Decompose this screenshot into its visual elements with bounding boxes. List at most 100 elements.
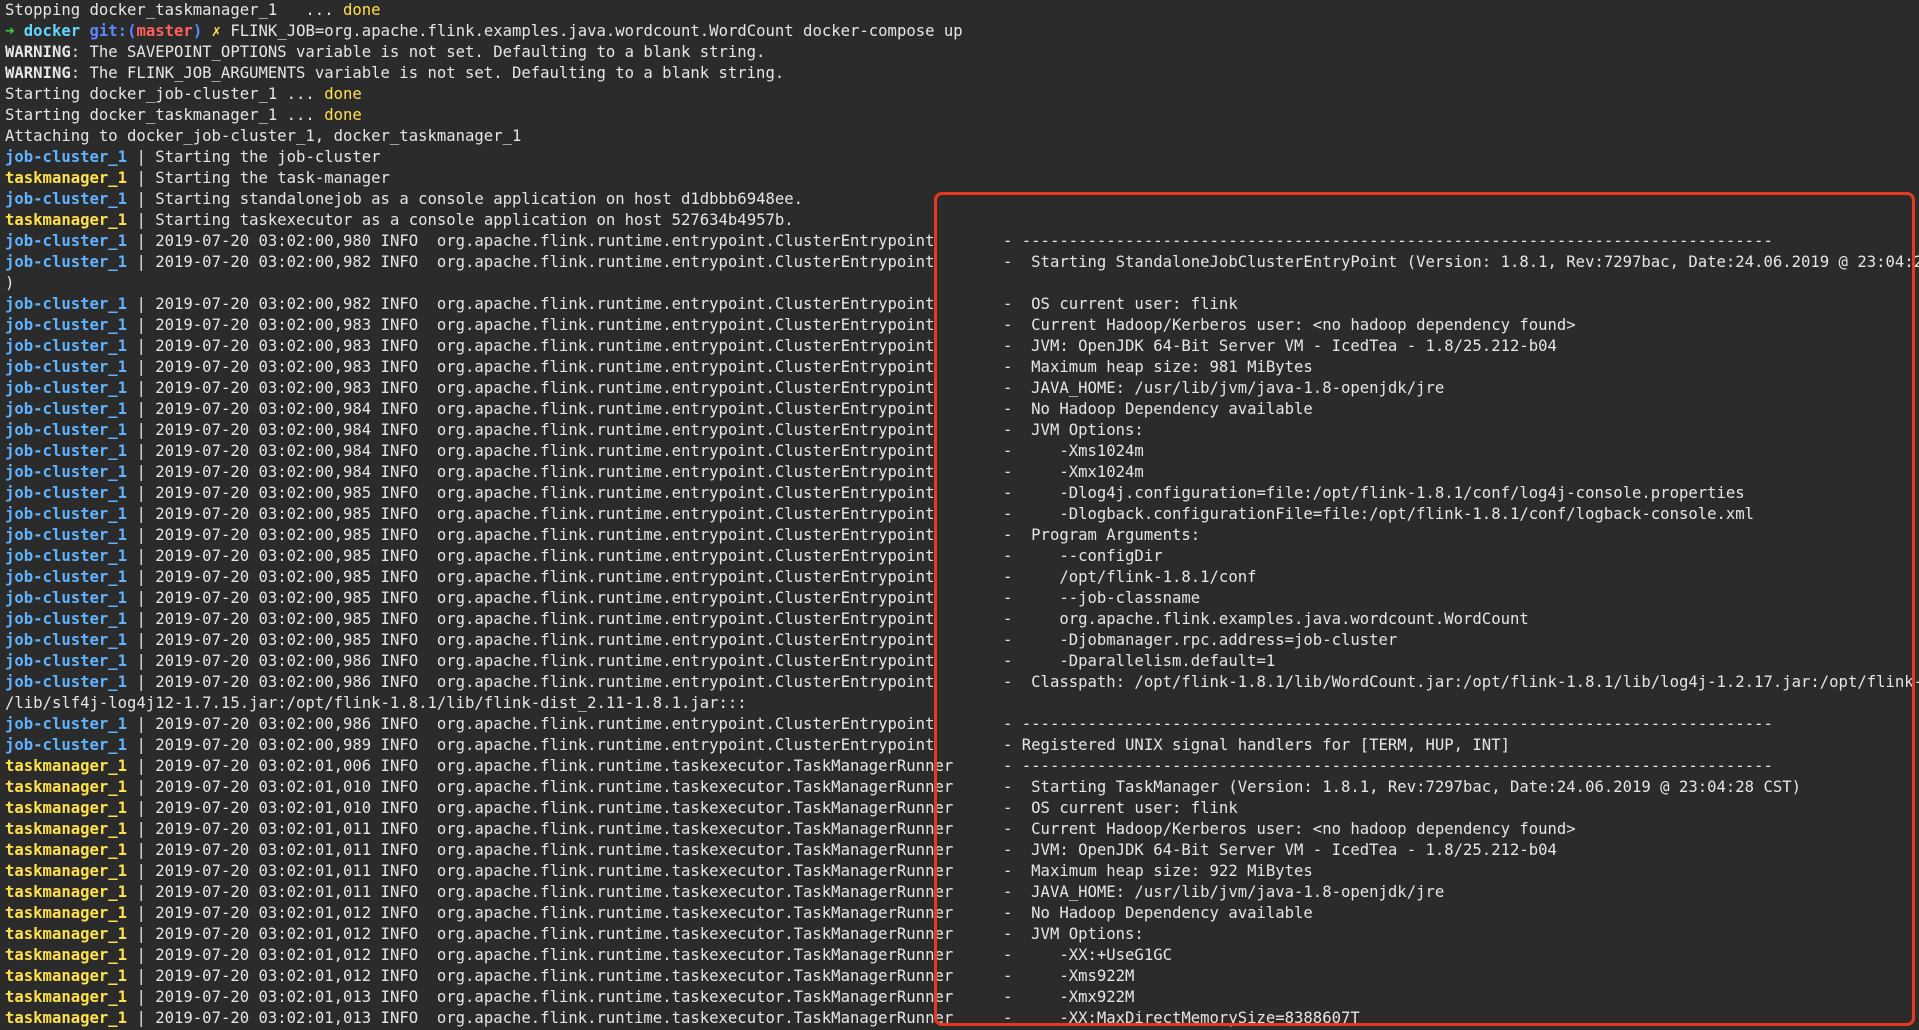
terminal-line: job-cluster_1 | 2019-07-20 03:02:00,985 … — [5, 504, 1919, 525]
terminal-line: job-cluster_1 | 2019-07-20 03:02:00,985 … — [5, 483, 1919, 504]
terminal-line: ) — [5, 273, 1919, 294]
log-text: 2019-07-20 03:02:00,984 INFO org.apache.… — [155, 421, 935, 439]
log-separator: | — [127, 778, 156, 796]
log-message: - -Xmx1024m — [1003, 463, 1144, 481]
terminal-line: Starting docker_job-cluster_1 ... done — [5, 84, 1919, 105]
log-source: job-cluster_1 — [5, 232, 128, 250]
terminal-window[interactable]: Stopping docker_taskmanager_1 ... done ➜ … — [0, 0, 1919, 1030]
log-message: - OS current user: flink — [1003, 799, 1238, 817]
log-message: - /opt/flink-1.8.1/conf — [1003, 568, 1257, 586]
log-source: job-cluster_1 — [5, 652, 128, 670]
log-message: - -Xms1024m — [1003, 442, 1144, 460]
terminal-line: taskmanager_1 | 2019-07-20 03:02:01,012 … — [5, 966, 1919, 987]
terminal-line: job-cluster_1 | 2019-07-20 03:02:00,985 … — [5, 609, 1919, 630]
log-source: taskmanager_1 — [5, 757, 128, 775]
log-separator: | — [127, 673, 156, 691]
log-source: job-cluster_1 — [5, 673, 128, 691]
prompt-paren-close: ) — [192, 22, 203, 40]
log-separator: | — [127, 148, 156, 166]
log-source: taskmanager_1 — [5, 883, 128, 901]
log-text: 2019-07-20 03:02:00,985 INFO org.apache.… — [155, 526, 935, 544]
log-text: 2019-07-20 03:02:00,980 INFO org.apache.… — [155, 232, 935, 250]
log-source: taskmanager_1 — [5, 925, 128, 943]
log-source: job-cluster_1 — [5, 736, 128, 754]
terminal-line: job-cluster_1 | Starting the job-cluster — [5, 147, 1919, 168]
log-text: 2019-07-20 03:02:00,983 INFO org.apache.… — [155, 316, 935, 334]
log-separator: | — [127, 253, 156, 271]
log-source: taskmanager_1 — [5, 967, 128, 985]
log-separator: | — [127, 631, 156, 649]
log-text: 2019-07-20 03:02:01,011 INFO org.apache.… — [155, 862, 954, 880]
log-message: - JAVA_HOME: /usr/lib/jvm/java-1.8-openj… — [1003, 883, 1445, 901]
log-source: taskmanager_1 — [5, 211, 128, 229]
log-source: job-cluster_1 — [5, 547, 128, 565]
log-separator: | — [127, 400, 156, 418]
terminal-line: job-cluster_1 | 2019-07-20 03:02:00,986 … — [5, 672, 1919, 693]
log-source: job-cluster_1 — [5, 631, 128, 649]
log-text: 2019-07-20 03:02:01,010 INFO org.apache.… — [155, 778, 954, 796]
dirty-mark-icon: ✗ — [211, 22, 221, 40]
log-separator: | — [127, 232, 156, 250]
log-message: - Starting StandaloneJobClusterEntryPoin… — [1003, 253, 1919, 271]
terminal-line: taskmanager_1 | 2019-07-20 03:02:01,010 … — [5, 777, 1919, 798]
terminal-line: taskmanager_1 | 2019-07-20 03:02:01,012 … — [5, 945, 1919, 966]
log-separator: | — [127, 736, 156, 754]
log-source: job-cluster_1 — [5, 337, 128, 355]
log-source: job-cluster_1 — [5, 568, 128, 586]
log-separator: | — [127, 904, 156, 922]
log-text: 2019-07-20 03:02:00,986 INFO org.apache.… — [155, 673, 935, 691]
prompt-directory: docker — [23, 22, 81, 40]
terminal-line: taskmanager_1 | 2019-07-20 03:02:01,012 … — [5, 924, 1919, 945]
terminal-line: job-cluster_1 | 2019-07-20 03:02:00,984 … — [5, 420, 1919, 441]
log-text: 2019-07-20 03:02:01,013 INFO org.apache.… — [155, 988, 954, 1006]
terminal-line: job-cluster_1 | 2019-07-20 03:02:00,983 … — [5, 336, 1919, 357]
log-text: 2019-07-20 03:02:00,985 INFO org.apache.… — [155, 631, 935, 649]
terminal-line: taskmanager_1 | 2019-07-20 03:02:01,006 … — [5, 756, 1919, 777]
log-message: - Program Arguments: — [1003, 526, 1201, 544]
terminal-line: job-cluster_1 | 2019-07-20 03:02:00,980 … — [5, 231, 1919, 252]
terminal-line: taskmanager_1 | Starting the task-manage… — [5, 168, 1919, 189]
log-text: 2019-07-20 03:02:00,985 INFO org.apache.… — [155, 484, 935, 502]
terminal-line: taskmanager_1 | 2019-07-20 03:02:01,013 … — [5, 987, 1919, 1008]
log-text: Starting standalonejob as a console appl… — [155, 190, 804, 208]
terminal-line: taskmanager_1 | Starting taskexecutor as… — [5, 210, 1919, 231]
log-separator: | — [127, 463, 156, 481]
log-separator: | — [127, 190, 156, 208]
log-separator: | — [127, 967, 156, 985]
log-message: - -Djobmanager.rpc.address=job-cluster — [1003, 631, 1398, 649]
log-source: job-cluster_1 — [5, 148, 128, 166]
log-message: - -Dlogback.configurationFile=file:/opt/… — [1003, 505, 1755, 523]
log-source: job-cluster_1 — [5, 295, 128, 313]
log-source: job-cluster_1 — [5, 610, 128, 628]
log-text: 2019-07-20 03:02:00,985 INFO org.apache.… — [155, 505, 935, 523]
log-text: 2019-07-20 03:02:01,011 INFO org.apache.… — [155, 883, 954, 901]
terminal-line: job-cluster_1 | 2019-07-20 03:02:00,985 … — [5, 525, 1919, 546]
log-source: job-cluster_1 — [5, 421, 128, 439]
log-separator: | — [127, 841, 156, 859]
log-message: - OS current user: flink — [1003, 295, 1238, 313]
log-source: taskmanager_1 — [5, 169, 128, 187]
log-text: 2019-07-20 03:02:01,010 INFO org.apache.… — [155, 799, 954, 817]
terminal-line: ➜ docker git:(master) ✗ FLINK_JOB=org.ap… — [5, 21, 1919, 42]
terminal-line: taskmanager_1 | 2019-07-20 03:02:01,011 … — [5, 861, 1919, 882]
terminal-line: job-cluster_1 | 2019-07-20 03:02:00,985 … — [5, 588, 1919, 609]
log-separator: | — [127, 757, 156, 775]
log-separator: | — [127, 379, 156, 397]
log-separator: | — [127, 211, 156, 229]
log-separator: | — [127, 316, 156, 334]
log-text: 2019-07-20 03:02:00,982 INFO org.apache.… — [155, 253, 935, 271]
log-source: taskmanager_1 — [5, 946, 128, 964]
terminal-line: taskmanager_1 | 2019-07-20 03:02:01,012 … — [5, 903, 1919, 924]
log-separator: | — [127, 1009, 156, 1027]
log-message: - Registered UNIX signal handlers for [T… — [1003, 736, 1510, 754]
status-text: Starting docker_taskmanager_1 ... — [5, 106, 325, 124]
log-message: - No Hadoop Dependency available — [1003, 400, 1313, 418]
status-text: Stopping docker_taskmanager_1 ... — [5, 1, 343, 19]
log-text: 2019-07-20 03:02:01,011 INFO org.apache.… — [155, 820, 954, 838]
prompt-arrow-icon: ➜ — [5, 22, 15, 40]
log-separator: | — [127, 442, 156, 460]
log-source: job-cluster_1 — [5, 505, 128, 523]
log-source: job-cluster_1 — [5, 358, 128, 376]
log-source: job-cluster_1 — [5, 463, 128, 481]
log-separator: | — [127, 421, 156, 439]
